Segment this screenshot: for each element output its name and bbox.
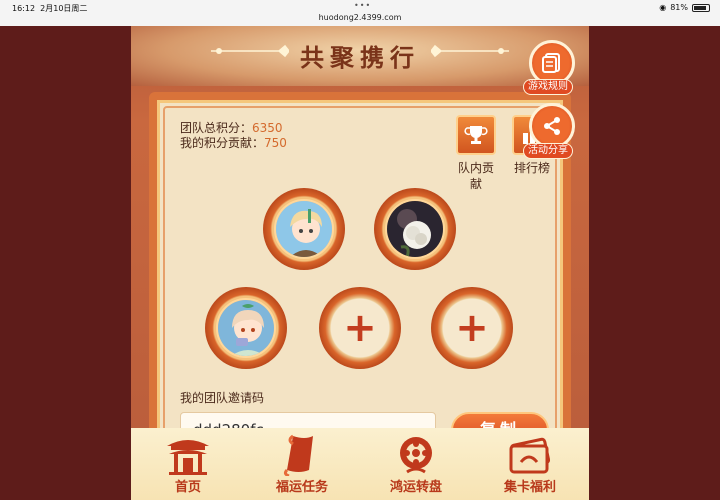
- my-score-contribution: 我的积分贡献：750: [180, 136, 287, 150]
- wifi-icon: ◉: [659, 3, 667, 12]
- ornament-right-icon: [431, 44, 509, 58]
- leaderboard-label[interactable]: 排行榜: [507, 160, 557, 176]
- avatar-image-1: [274, 199, 334, 259]
- document-icon: [542, 53, 560, 73]
- team-member-avatar-2[interactable]: [374, 188, 456, 270]
- nav-label-lucky-tasks: 福运任务: [275, 480, 328, 495]
- game-rules-label[interactable]: 游戏规则: [523, 79, 573, 95]
- page-title: 共聚携行: [300, 43, 420, 72]
- empty-member-slot-2[interactable]: +: [431, 287, 513, 369]
- more-dots-icon[interactable]: •••: [354, 1, 371, 10]
- nav-label-lucky-wheel: 鸿运转盘: [389, 480, 442, 495]
- share-icon: [544, 117, 560, 135]
- address-bar-url[interactable]: huodong2.4399.com: [0, 13, 720, 22]
- bottom-nav: 首页 福运任务 鸿运转盘 集卡福利: [131, 428, 589, 500]
- activity-share-label[interactable]: 活动分享: [523, 143, 573, 159]
- nav-item-lucky-tasks[interactable]: 福运任务: [245, 428, 359, 500]
- empty-member-slot-1[interactable]: +: [319, 287, 401, 369]
- battery-percent: 81%: [670, 3, 688, 12]
- battery-icon: [692, 3, 710, 12]
- plus-icon: +: [455, 305, 489, 351]
- status-indicators: ◉ 81%: [659, 3, 710, 12]
- nav-item-lucky-wheel[interactable]: 鸿运转盘: [359, 428, 473, 500]
- pavilion-icon: [167, 440, 209, 475]
- team-contribution-label[interactable]: 队内贡献: [453, 160, 499, 192]
- game-page: 共聚携行 团队总积分：6350 我的积分贡献：750 队内贡献 排行榜 + + …: [131, 26, 589, 500]
- team-member-avatar-1[interactable]: [263, 188, 345, 270]
- avatar-image-3: [216, 298, 276, 358]
- scroll-icon: [283, 434, 313, 476]
- team-contribution-button[interactable]: [456, 115, 496, 155]
- wheel-icon: [400, 437, 432, 474]
- nav-item-home[interactable]: 首页: [131, 428, 245, 500]
- nav-label-home: 首页: [174, 480, 201, 495]
- nav-label-card-rewards: 集卡福利: [503, 480, 556, 495]
- browser-status-bar: 16:12 2月10日周二 ••• huodong2.4399.com ◉ 81…: [0, 0, 720, 26]
- cards-icon: [509, 437, 551, 474]
- nav-item-card-rewards[interactable]: 集卡福利: [473, 428, 587, 500]
- trophy-icon: [464, 126, 488, 144]
- team-member-avatar-3[interactable]: [205, 287, 287, 369]
- title-banner: 共聚携行: [131, 26, 589, 86]
- avatar-image-2: [385, 199, 445, 259]
- invite-code-label: 我的团队邀请码: [180, 391, 265, 405]
- plus-icon: +: [343, 305, 377, 351]
